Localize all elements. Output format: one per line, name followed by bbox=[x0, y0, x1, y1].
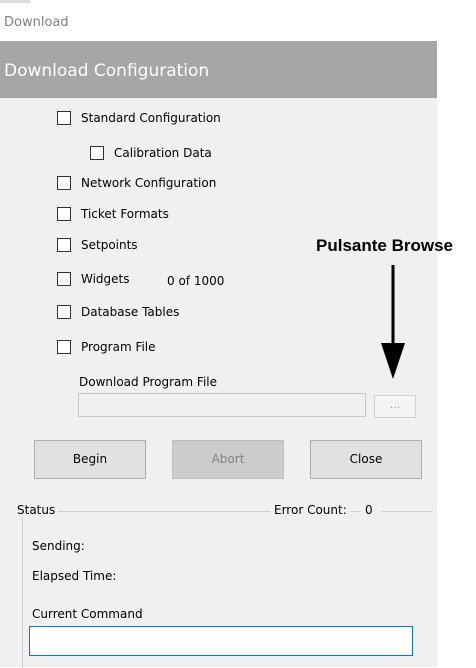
checkbox-label: Widgets bbox=[81, 272, 130, 286]
close-button[interactable]: Close bbox=[310, 440, 422, 479]
down-arrow-icon bbox=[381, 265, 405, 379]
checkbox-box[interactable] bbox=[57, 305, 71, 319]
checkbox-label: Ticket Formats bbox=[81, 207, 169, 221]
widgets-checkbox[interactable]: Widgets bbox=[57, 272, 130, 286]
database-tables-checkbox[interactable]: Database Tables bbox=[57, 305, 179, 319]
current-command-field[interactable] bbox=[29, 626, 413, 656]
program-file-path-input[interactable] bbox=[78, 393, 366, 417]
calibration-data-checkbox[interactable]: Calibration Data bbox=[90, 146, 212, 160]
checkbox-box[interactable] bbox=[57, 176, 71, 190]
checkbox-label: Setpoints bbox=[81, 238, 138, 252]
standard-configuration-checkbox[interactable]: Standard Configuration bbox=[57, 111, 221, 125]
setpoints-checkbox[interactable]: Setpoints bbox=[57, 238, 138, 252]
annotation-label: Pulsante Browse bbox=[316, 236, 453, 255]
current-command-label: Current Command bbox=[32, 607, 143, 621]
checkbox-label: Program File bbox=[81, 340, 156, 354]
checkbox-box[interactable] bbox=[57, 207, 71, 221]
error-count-label: Error Count: bbox=[270, 503, 351, 517]
elapsed-time-label: Elapsed Time: bbox=[32, 569, 117, 583]
checkbox-label: Standard Configuration bbox=[81, 111, 221, 125]
window-title: Download bbox=[0, 0, 437, 41]
status-title: Status bbox=[17, 503, 59, 517]
checkbox-box[interactable] bbox=[90, 146, 104, 160]
begin-button[interactable]: Begin bbox=[34, 440, 146, 479]
checkbox-box[interactable] bbox=[57, 111, 71, 125]
checkbox-box[interactable] bbox=[57, 272, 71, 286]
error-count-value: 0 bbox=[361, 503, 381, 517]
download-program-file-label: Download Program File bbox=[79, 375, 217, 389]
widgets-count: 0 of 1000 bbox=[167, 274, 225, 288]
checkbox-label: Network Configuration bbox=[81, 176, 217, 190]
browse-button[interactable]: ... bbox=[374, 395, 416, 418]
checkbox-box[interactable] bbox=[57, 340, 71, 354]
program-file-checkbox[interactable]: Program File bbox=[57, 340, 156, 354]
checkbox-label: Database Tables bbox=[81, 305, 180, 319]
checkbox-label: Calibration Data bbox=[114, 146, 212, 160]
sending-label: Sending: bbox=[32, 539, 85, 553]
abort-button[interactable]: Abort bbox=[172, 440, 284, 479]
checkbox-box[interactable] bbox=[57, 238, 71, 252]
page-title: Download Configuration bbox=[0, 41, 437, 98]
network-configuration-checkbox[interactable]: Network Configuration bbox=[57, 176, 216, 190]
ticket-formats-checkbox[interactable]: Ticket Formats bbox=[57, 207, 169, 221]
